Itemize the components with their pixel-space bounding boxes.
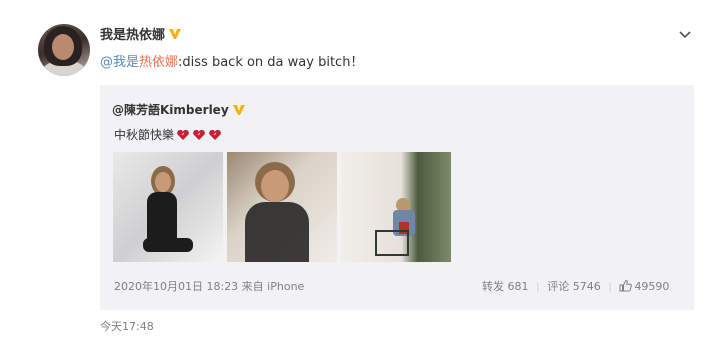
heart-icon bbox=[193, 129, 205, 140]
repost-photo-3[interactable] bbox=[341, 152, 451, 262]
repost-box[interactable]: @陳芳語Kimberley 中秋節快樂 2020年10月01日 18:23 来自… bbox=[100, 85, 694, 310]
repost-author: @陳芳語Kimberley bbox=[112, 101, 246, 118]
repost-author-name[interactable]: @陳芳語Kimberley bbox=[112, 101, 229, 118]
photo-figure-legs bbox=[143, 238, 193, 252]
avatar-face bbox=[52, 34, 74, 60]
heart-icon bbox=[209, 129, 221, 140]
avatar[interactable] bbox=[38, 24, 90, 76]
photo-figure-face bbox=[261, 170, 289, 202]
repost-stats: 转发 681 | 评论 5746 | 49590 bbox=[482, 278, 669, 294]
repost-photo-1[interactable] bbox=[113, 152, 223, 262]
repost-text-content: 中秋節快樂 bbox=[114, 128, 175, 142]
mention-link-name[interactable]: 热依娜 bbox=[139, 55, 178, 70]
photo-figure-body bbox=[147, 192, 177, 244]
photo-chair bbox=[375, 230, 409, 256]
like-count: 49590 bbox=[634, 280, 670, 293]
post-time[interactable]: 今天17:48 bbox=[100, 318, 154, 334]
like-button[interactable]: 49590 bbox=[619, 279, 670, 293]
mention-link-prefix[interactable]: @我是 bbox=[100, 55, 139, 70]
photo-figure-face bbox=[155, 172, 171, 192]
stats-divider: | bbox=[608, 280, 612, 293]
verified-badge-icon bbox=[232, 104, 245, 115]
heart-icon bbox=[177, 129, 189, 140]
comment-count[interactable]: 评论 5746 bbox=[547, 280, 601, 293]
post-author-name[interactable]: 我是热依娜 bbox=[100, 24, 165, 43]
repost-photo-2[interactable] bbox=[227, 152, 337, 262]
post-text: @我是热依娜:diss back on da way bitch！ bbox=[100, 51, 363, 70]
chevron-down-icon[interactable] bbox=[677, 26, 693, 42]
post-text-body: :diss back on da way bitch！ bbox=[178, 55, 364, 70]
stats-divider: | bbox=[536, 280, 540, 293]
post-author: 我是热依娜 bbox=[100, 24, 182, 43]
forward-count[interactable]: 转发 681 bbox=[482, 280, 529, 293]
photo-figure-body bbox=[245, 202, 309, 262]
repost-text: 中秋節快樂 bbox=[114, 126, 222, 143]
thumbs-up-icon bbox=[619, 279, 633, 292]
verified-badge-icon bbox=[169, 28, 182, 39]
weibo-post-card: 我是热依娜 @我是热依娜:diss back on da way bitch！ … bbox=[0, 0, 713, 340]
repost-meta: 2020年10月01日 18:23 来自 iPhone bbox=[114, 280, 305, 293]
